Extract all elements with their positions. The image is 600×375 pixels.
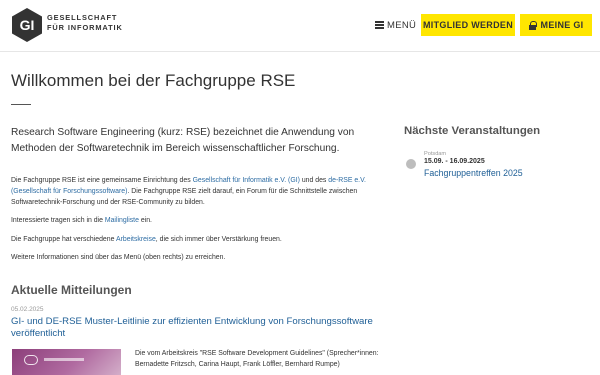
intro-paragraph-4: Weitere Informationen sind über das Menü…	[11, 254, 226, 261]
news-thumbnail[interactable]	[12, 349, 121, 375]
site-header: GI GESELLSCHAFT FÜR INFORMATIK MENÜ MITG…	[0, 0, 600, 52]
thumbnail-logo-icon	[24, 355, 38, 365]
news-section-title: Aktuelle Mitteilungen	[11, 283, 132, 297]
logo-line-1: GESELLSCHAFT	[47, 13, 118, 22]
thumbnail-graphic	[44, 358, 84, 361]
gi-logo[interactable]: GI	[12, 8, 42, 42]
text: Die Fachgruppe hat verschiedene	[11, 236, 116, 243]
news-title-link[interactable]: GI- und DE-RSE Muster-Leitlinie zur effi…	[11, 316, 391, 340]
meine-gi-button[interactable]: MEINE GI	[520, 14, 592, 36]
become-member-button[interactable]: MITGLIED WERDEN	[421, 14, 515, 36]
working-groups-link[interactable]: Arbeitskreise	[116, 236, 156, 243]
news-date: 05.02.2025	[11, 306, 44, 313]
hamburger-icon	[375, 21, 384, 29]
gi-link[interactable]: Gesellschaft für Informatik e.V. (GI)	[193, 177, 300, 184]
svg-text:GI: GI	[20, 17, 35, 33]
become-member-label: MITGLIED WERDEN	[423, 20, 513, 30]
intro-lead: Research Software Engineering (kurz: RSE…	[11, 127, 355, 154]
page-title: Willkommen bei der Fachgruppe RSE	[11, 71, 296, 90]
event-link[interactable]: Fachgruppentreffen 2025	[424, 168, 523, 178]
text: ein.	[138, 217, 152, 224]
menu-button[interactable]: MENÜ	[375, 14, 416, 36]
logo-wordmark: GESELLSCHAFT FÜR INFORMATIK	[47, 13, 123, 33]
lock-icon	[528, 20, 537, 30]
logo-line-2: FÜR INFORMATIK	[47, 23, 123, 32]
title-divider	[11, 104, 31, 105]
intro-paragraph-3: Die Fachgruppe hat verschiedene Arbeitsk…	[11, 234, 396, 245]
event-dates: 15.09. - 16.09.2025	[424, 158, 485, 165]
event-bullet-icon	[406, 159, 416, 169]
mailing-list-link[interactable]: Mailingliste	[105, 217, 139, 224]
events-title: Nächste Veranstaltungen	[404, 125, 541, 137]
menu-label: MENÜ	[387, 19, 417, 31]
intro-paragraph-1: Die Fachgruppe RSE ist eine gemeinsame E…	[11, 175, 396, 208]
news-excerpt: Die vom Arbeitskreis "RSE Software Devel…	[135, 350, 379, 368]
text: , die sich immer über Verstärkung freuen…	[155, 236, 282, 243]
text: Die Fachgruppe RSE ist eine gemeinsame E…	[11, 177, 193, 184]
text: und des	[299, 177, 329, 184]
text: Interessierte tragen sich in die	[11, 217, 105, 224]
intro-paragraph-2: Interessierte tragen sich in die Mailing…	[11, 215, 396, 226]
event-location: Potsdam	[424, 151, 447, 157]
meine-gi-label: MEINE GI	[540, 20, 584, 30]
